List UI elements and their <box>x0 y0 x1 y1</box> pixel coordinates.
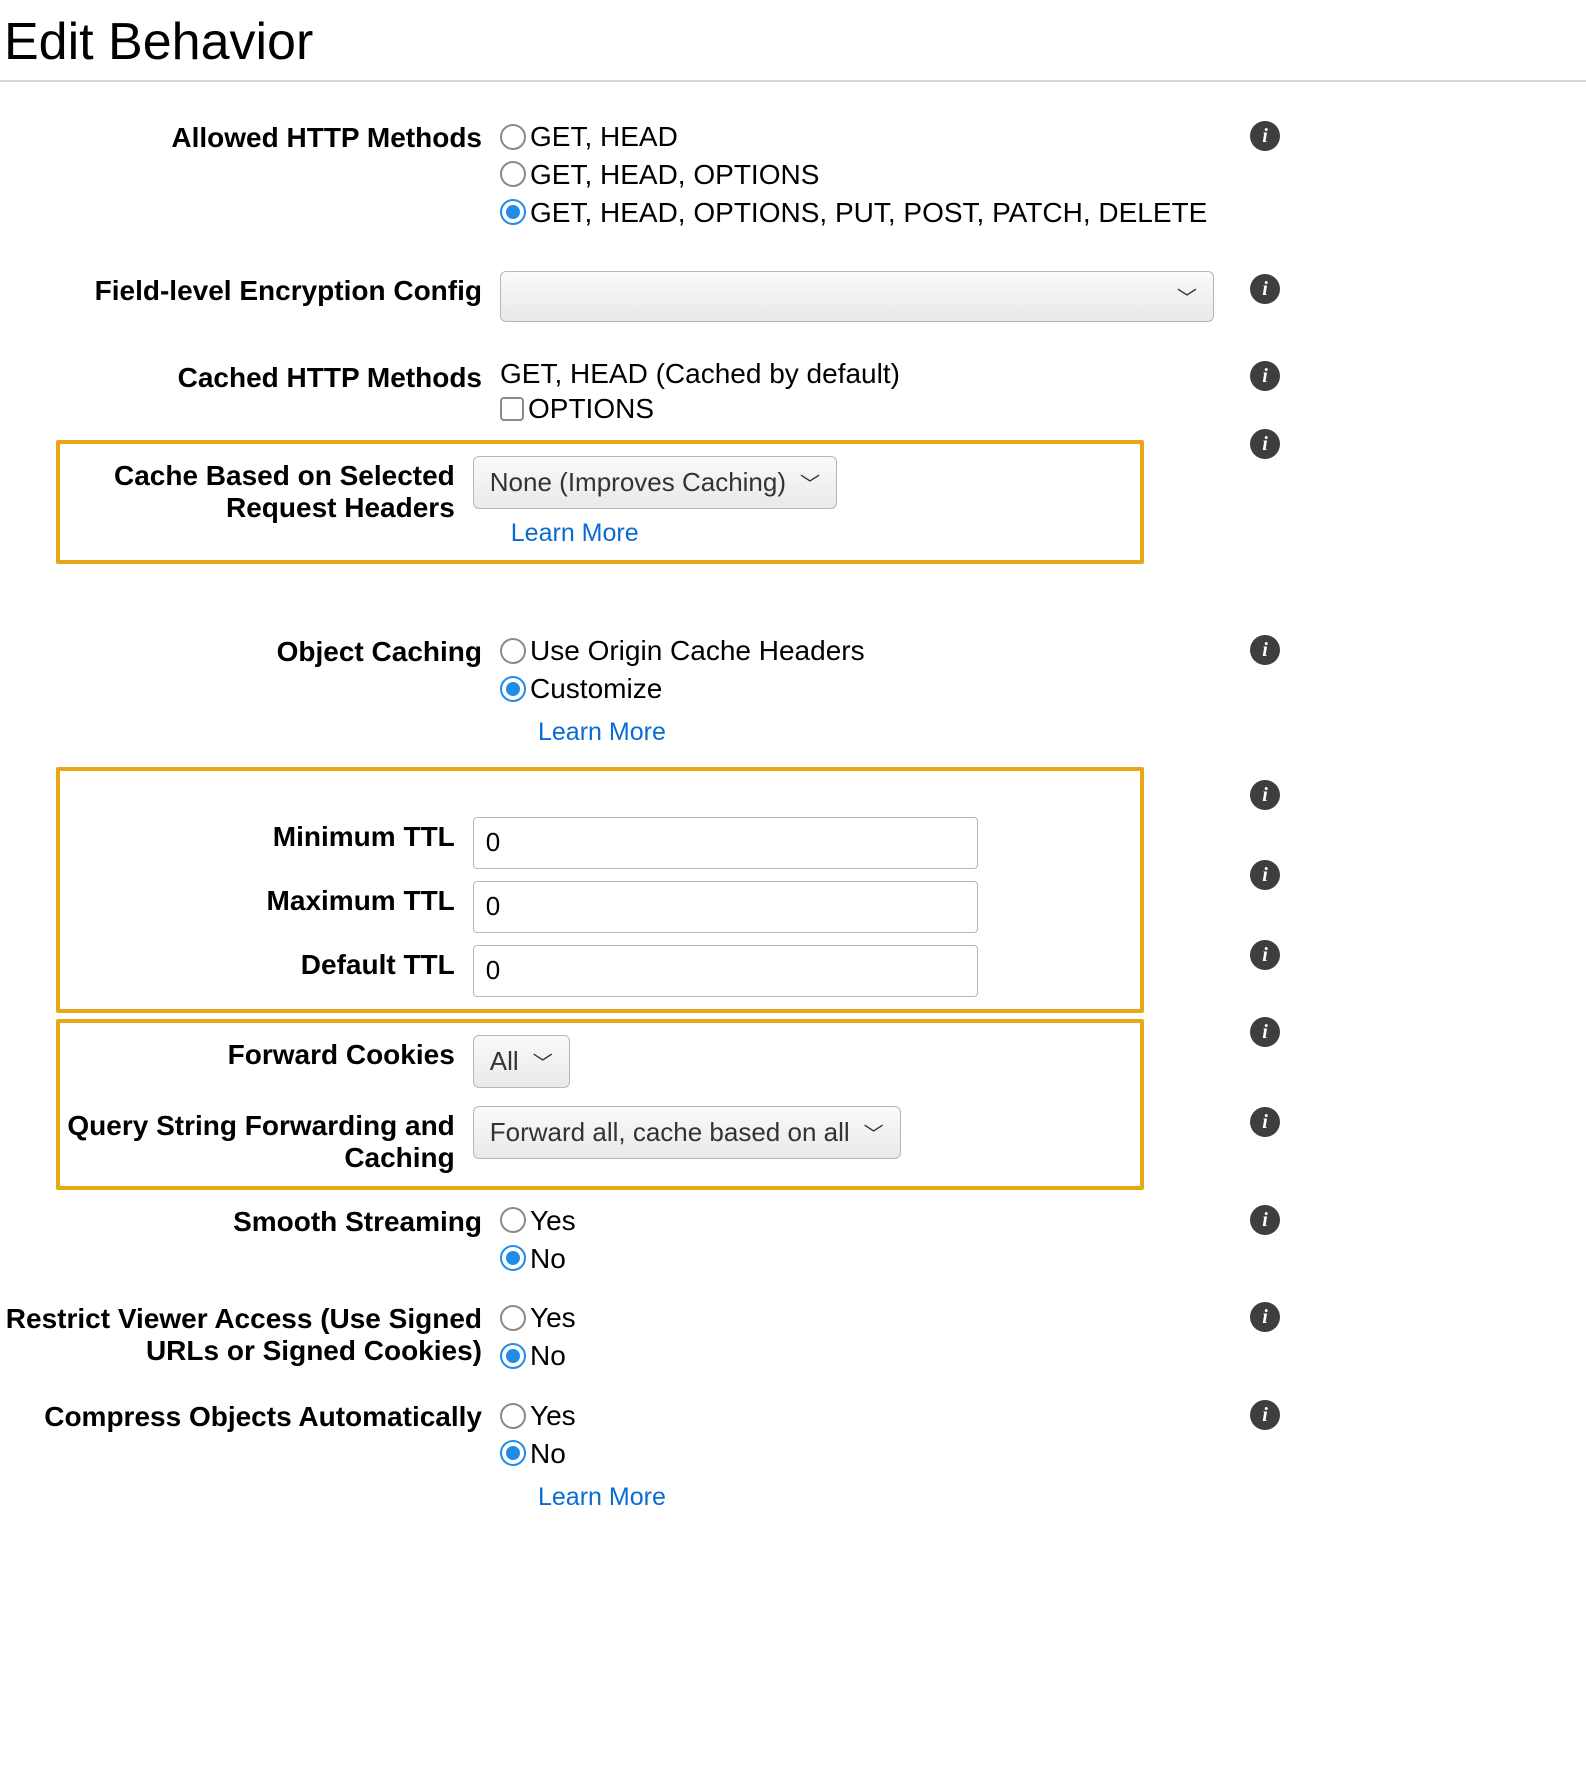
radio-label: Yes <box>530 1400 576 1431</box>
radio-label: No <box>530 1340 566 1371</box>
radio-label: GET, HEAD, OPTIONS, PUT, POST, PATCH, DE… <box>530 197 1207 228</box>
select-query-string[interactable]: Forward all, cache based on all ﹀ <box>473 1106 901 1159</box>
label-cached-http-methods: Cached HTTP Methods <box>0 358 500 394</box>
select-cache-headers[interactable]: None (Improves Caching) ﹀ <box>473 456 837 509</box>
chevron-down-icon: ﹀ <box>1177 282 1197 311</box>
radio-restrict-yes[interactable]: Yes <box>500 1299 1220 1337</box>
page-title: Edit Behavior <box>0 12 1586 72</box>
chevron-down-icon: ﹀ <box>800 468 820 497</box>
radio-customize[interactable]: Customize <box>500 670 1220 708</box>
row-smooth-streaming: Smooth Streaming Yes No i <box>0 1196 1300 1284</box>
radio-label: Customize <box>530 673 662 704</box>
row-compress-objects: Compress Objects Automatically Yes No Le… <box>0 1391 1300 1518</box>
radio-smooth-yes[interactable]: Yes <box>500 1202 1220 1240</box>
row-restrict-viewer-access: Restrict Viewer Access (Use Signed URLs … <box>0 1293 1300 1381</box>
radio-icon[interactable] <box>500 1245 526 1271</box>
radio-icon[interactable] <box>500 1305 526 1331</box>
radio-label: No <box>530 1243 566 1274</box>
radio-icon[interactable] <box>500 124 526 150</box>
label-compress-objects: Compress Objects Automatically <box>0 1397 500 1433</box>
link-learn-more[interactable]: Learn More <box>538 1483 666 1512</box>
info-icon[interactable]: i <box>1250 1400 1280 1430</box>
info-icon[interactable]: i <box>1250 121 1280 151</box>
radio-icon[interactable] <box>500 638 526 664</box>
info-icon[interactable]: i <box>1250 429 1280 459</box>
label-object-caching: Object Caching <box>0 632 500 668</box>
row-maximum-ttl: Maximum TTL <box>60 875 1140 939</box>
radio-compress-no[interactable]: No <box>500 1435 1220 1473</box>
info-icon[interactable]: i <box>1250 361 1280 391</box>
radio-option-get-head-options[interactable]: GET, HEAD, OPTIONS <box>500 156 1220 194</box>
row-forward-cookies: Forward Cookies All ﹀ <box>60 1029 1140 1094</box>
info-icon[interactable]: i <box>1250 780 1280 810</box>
row-default-ttl: Default TTL <box>60 939 1140 1003</box>
radio-icon[interactable] <box>500 161 526 187</box>
radio-compress-yes[interactable]: Yes <box>500 1397 1220 1435</box>
checkbox-options[interactable]: OPTIONS <box>500 390 1220 428</box>
radio-icon[interactable] <box>500 1207 526 1233</box>
radio-label: No <box>530 1438 566 1469</box>
label-restrict-viewer-access: Restrict Viewer Access (Use Signed URLs … <box>0 1299 500 1367</box>
checkbox-icon[interactable] <box>500 397 524 421</box>
select-value: All <box>490 1046 519 1077</box>
cached-default-note: GET, HEAD (Cached by default) <box>500 358 1220 390</box>
row-cached-http-methods: Cached HTTP Methods GET, HEAD (Cached by… <box>0 352 1300 434</box>
radio-label: Use Origin Cache Headers <box>530 635 865 666</box>
radio-icon[interactable] <box>500 1403 526 1429</box>
radio-icon[interactable] <box>500 676 526 702</box>
label-query-string: Query String Forwarding and Caching <box>60 1106 473 1174</box>
radio-option-get-head[interactable]: GET, HEAD <box>500 118 1220 156</box>
radio-icon[interactable] <box>500 199 526 225</box>
radio-label: GET, HEAD, OPTIONS <box>530 159 819 190</box>
checkbox-label: OPTIONS <box>528 393 654 424</box>
select-field-level-encryption[interactable]: ﹀ <box>500 271 1214 322</box>
row-allowed-http-methods: Allowed HTTP Methods GET, HEAD GET, HEAD… <box>0 112 1300 237</box>
info-icon[interactable]: i <box>1250 1107 1280 1137</box>
label-minimum-ttl: Minimum TTL <box>60 817 473 853</box>
highlight-cache-headers: Cache Based on Selected Request Headers … <box>56 440 1144 564</box>
radio-label: GET, HEAD <box>530 121 678 152</box>
radio-use-origin-cache-headers[interactable]: Use Origin Cache Headers <box>500 632 1220 670</box>
radio-option-all-methods[interactable]: GET, HEAD, OPTIONS, PUT, POST, PATCH, DE… <box>500 194 1220 232</box>
label-allowed-http-methods: Allowed HTTP Methods <box>0 118 500 154</box>
label-default-ttl: Default TTL <box>60 945 473 981</box>
radio-label: Yes <box>530 1205 576 1236</box>
highlight-forwarding: Forward Cookies All ﹀ Query String Forwa… <box>56 1019 1144 1190</box>
chevron-down-icon: ﹀ <box>533 1047 553 1076</box>
select-value: Forward all, cache based on all <box>490 1117 850 1148</box>
highlight-ttl: Minimum TTL Maximum TTL Default TTL <box>56 767 1144 1013</box>
label-maximum-ttl: Maximum TTL <box>60 881 473 917</box>
chevron-down-icon: ﹀ <box>864 1118 884 1147</box>
info-icon[interactable]: i <box>1250 1017 1280 1047</box>
input-default-ttl[interactable] <box>473 945 978 997</box>
info-icon[interactable]: i <box>1250 860 1280 890</box>
input-maximum-ttl[interactable] <box>473 881 978 933</box>
label-smooth-streaming: Smooth Streaming <box>0 1202 500 1238</box>
link-learn-more[interactable]: Learn More <box>538 718 666 747</box>
row-field-level-encryption: Field-level Encryption Config ﹀ i <box>0 265 1300 328</box>
radio-restrict-no[interactable]: No <box>500 1337 1220 1375</box>
select-forward-cookies[interactable]: All ﹀ <box>473 1035 570 1088</box>
radio-smooth-no[interactable]: No <box>500 1240 1220 1278</box>
row-minimum-ttl: Minimum TTL <box>60 811 1140 875</box>
info-icon[interactable]: i <box>1250 1302 1280 1332</box>
info-icon[interactable]: i <box>1250 274 1280 304</box>
label-field-level-encryption: Field-level Encryption Config <box>0 271 500 307</box>
info-icon[interactable]: i <box>1250 1205 1280 1235</box>
header-divider <box>0 80 1586 82</box>
label-forward-cookies: Forward Cookies <box>60 1035 473 1071</box>
radio-icon[interactable] <box>500 1343 526 1369</box>
label-cache-headers: Cache Based on Selected Request Headers <box>60 456 473 524</box>
select-value: None (Improves Caching) <box>490 467 786 498</box>
link-learn-more[interactable]: Learn More <box>511 519 639 548</box>
row-object-caching: Object Caching Use Origin Cache Headers … <box>0 626 1300 753</box>
input-minimum-ttl[interactable] <box>473 817 978 869</box>
row-query-string: Query String Forwarding and Caching Forw… <box>60 1100 1140 1180</box>
info-icon[interactable]: i <box>1250 940 1280 970</box>
radio-label: Yes <box>530 1302 576 1333</box>
info-icon[interactable]: i <box>1250 635 1280 665</box>
radio-icon[interactable] <box>500 1440 526 1466</box>
row-cache-headers: Cache Based on Selected Request Headers … <box>60 450 1140 554</box>
